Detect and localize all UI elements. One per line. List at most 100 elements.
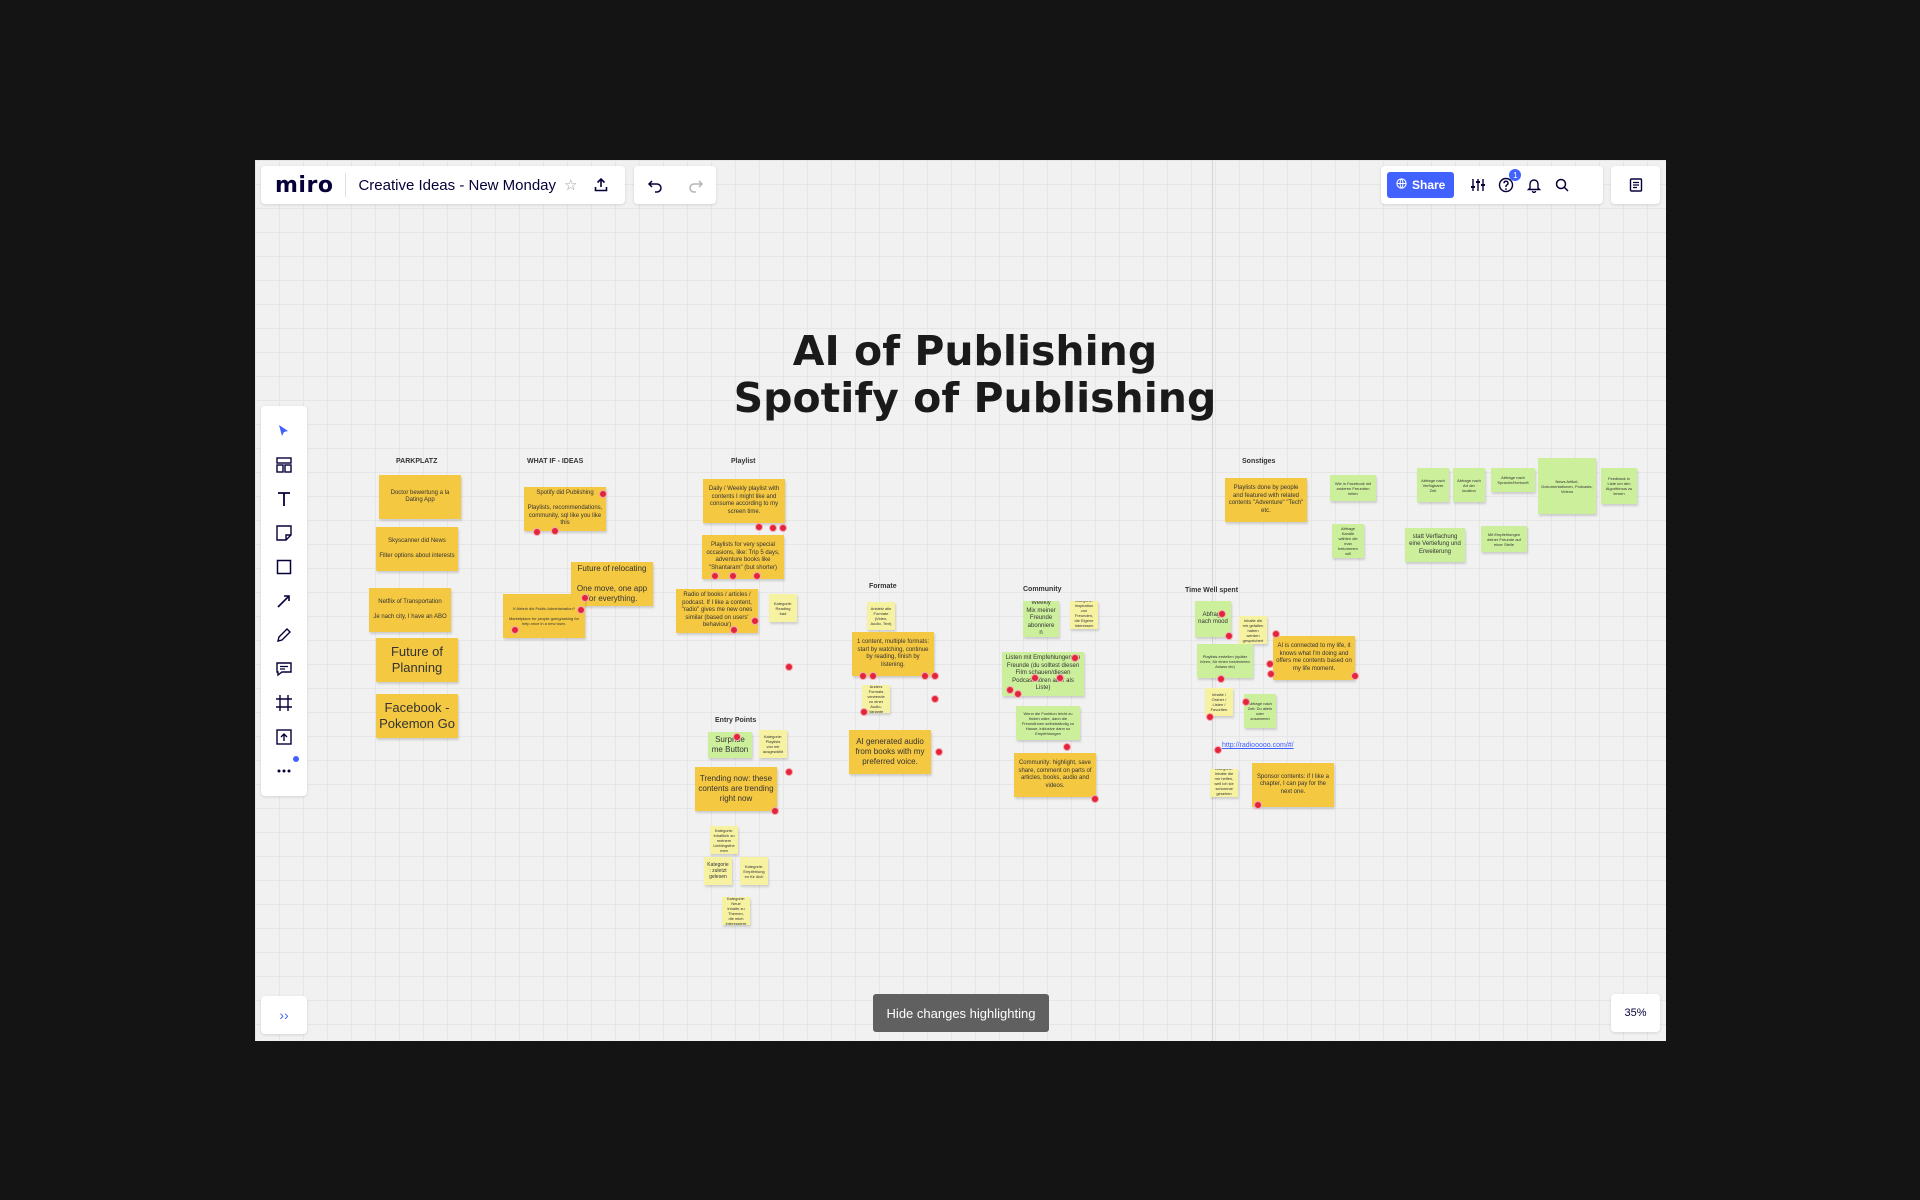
vote-dot xyxy=(869,672,877,680)
miro-board[interactable]: miro Creative Ideas - New Monday ☆ Share… xyxy=(255,160,1666,1041)
sticky-note[interactable]: Radio of books / articles / podcast. If … xyxy=(676,589,758,633)
vote-dot xyxy=(729,572,737,580)
new-indicator-dot xyxy=(293,756,299,762)
sticky-note[interactable]: Playlists erstellen (später hören, für e… xyxy=(1197,644,1253,678)
comment-icon[interactable] xyxy=(267,652,301,686)
undo-icon[interactable] xyxy=(641,171,669,199)
heading-whatif[interactable]: WHAT IF - IDEAS xyxy=(527,458,583,465)
vote-dot xyxy=(1071,654,1079,662)
vote-dot xyxy=(859,672,867,680)
redo-icon[interactable] xyxy=(682,171,710,199)
board-title[interactable]: Creative Ideas - New Monday xyxy=(358,177,556,194)
sticky-note[interactable]: Kategorie: zuletzt gelesen xyxy=(704,857,732,885)
vote-dot xyxy=(733,733,741,741)
sticky-note[interactable]: AI generated audio from books with my pr… xyxy=(849,730,931,774)
sticky-note[interactable]: Skyscanner did News Filter options about… xyxy=(376,527,458,571)
sticky-note[interactable]: Daily / Weekly playlist with contents I … xyxy=(703,479,785,523)
hide-changes-highlighting-button[interactable]: Hide changes highlighting xyxy=(873,994,1049,1032)
collaboration-panel: Share 1 xyxy=(1381,166,1603,204)
shape-tool-icon[interactable] xyxy=(267,550,301,584)
search-icon[interactable] xyxy=(1548,171,1576,199)
vote-dot xyxy=(785,663,793,671)
vote-dot xyxy=(779,524,787,532)
sticky-note[interactable]: Inhalt / Kategorie: Neue Inhalte zu Them… xyxy=(722,897,750,925)
vote-dot xyxy=(1006,686,1014,694)
sticky-note[interactable]: AI is connected to my life, it knows wha… xyxy=(1273,636,1355,680)
sticky-note[interactable]: Kategorie: Empfehlungen für dich xyxy=(740,857,768,885)
sticky-note[interactable]: Trending now: these contents are trendin… xyxy=(695,767,777,811)
radiooooo-link[interactable]: http://radiooooo.com/#/ xyxy=(1222,742,1294,749)
sticky-note[interactable]: Future of Planning xyxy=(376,638,458,682)
sticky-note[interactable]: Inhalte die mir gefallen haben werden ge… xyxy=(1239,616,1267,644)
frame-icon[interactable] xyxy=(267,686,301,720)
sticky-note[interactable]: Facebook - Pokemon Go xyxy=(376,694,458,738)
sticky-note-icon[interactable] xyxy=(267,516,301,550)
sticky-note[interactable]: Community: highlight, save share, commen… xyxy=(1014,753,1096,797)
sticky-note[interactable]: Playlists done by people and featured wi… xyxy=(1225,478,1307,522)
sticky-note[interactable]: Wenn die Funktion leicht zu finden wäre,… xyxy=(1016,706,1080,740)
vote-dot xyxy=(771,807,779,815)
vote-dot xyxy=(1267,670,1275,678)
frames-panel-button[interactable]: ›› xyxy=(261,996,307,1034)
vote-dot xyxy=(577,606,585,614)
board-heading-2[interactable]: Spotify of Publishing xyxy=(675,375,1275,422)
upload-tool-icon[interactable] xyxy=(267,720,301,754)
vote-dot xyxy=(1206,713,1214,721)
heading-community[interactable]: Community xyxy=(1023,586,1062,593)
sticky-note[interactable]: Abfrage nach Art der location xyxy=(1453,468,1485,502)
sticky-note[interactable]: Kategorie: Inspiration von Freunden, die… xyxy=(1070,601,1098,629)
sticky-note[interactable]: statt Verflachung eine Vertiefung und Er… xyxy=(1405,528,1465,562)
vote-dot xyxy=(935,748,943,756)
zoom-level[interactable]: 35% xyxy=(1611,994,1660,1032)
help-icon[interactable]: 1 xyxy=(1492,169,1522,199)
vote-dot xyxy=(1225,632,1233,640)
share-button[interactable]: Share xyxy=(1387,172,1455,198)
sticky-note[interactable]: Inhalte / Ordner / Listen / Favoriten xyxy=(1205,688,1233,716)
sticky-note[interactable]: Doctor bewertung a la Dating App xyxy=(379,475,461,519)
sticky-note[interactable]: Anbietz alle Formate (Video, Audio, Text… xyxy=(867,602,895,630)
sticky-note[interactable]: News Artikel, Dokumentationen, Podcasts,… xyxy=(1538,458,1596,514)
vote-dot xyxy=(599,490,607,498)
sticky-note[interactable]: 1 content, multiple formats: start by wa… xyxy=(852,632,934,676)
sticky-note[interactable]: Weekly Mix meiner Freunde abonniere n xyxy=(1023,601,1059,637)
sticky-note[interactable]: Abfrage nach Verfügbarer Zeit xyxy=(1417,468,1449,502)
heading-formate[interactable]: Formate xyxy=(869,583,897,590)
pen-icon[interactable] xyxy=(267,618,301,652)
sticky-note[interactable]: Abfrage nach mood xyxy=(1195,601,1231,637)
sticky-note[interactable]: Abfrage Kanäle wählen die man bekommen w… xyxy=(1332,524,1364,558)
sticky-note[interactable]: Surprise me Button xyxy=(708,732,752,758)
text-tool-icon[interactable] xyxy=(267,482,301,516)
sticky-note[interactable]: Mit Empfehlungen deiner Freunde auf eine… xyxy=(1481,526,1527,552)
bell-icon[interactable] xyxy=(1520,171,1548,199)
vote-dot xyxy=(581,594,589,602)
board-icon[interactable] xyxy=(1622,171,1650,199)
sticky-note[interactable]: Kategorie: Inhalte die mir helfen, weil … xyxy=(1210,769,1238,797)
upload-icon[interactable] xyxy=(587,171,615,199)
sticky-note[interactable]: Kategorie: Playlists von mir ausgewählt xyxy=(759,730,787,758)
sticky-note[interactable]: Netflix of Transportation Je nach city, … xyxy=(369,588,451,632)
star-icon[interactable]: ☆ xyxy=(564,176,577,194)
heading-sonstiges[interactable]: Sonstiges xyxy=(1242,458,1275,465)
sticky-note[interactable]: Spotify did Publishing Playlists, recomm… xyxy=(524,487,606,531)
board-heading-1[interactable]: AI of Publishing xyxy=(675,328,1275,375)
share-label: Share xyxy=(1412,178,1446,192)
sticky-note[interactable]: Feedback in Liste um den Algorithmus zu … xyxy=(1601,468,1637,504)
connection-line-icon[interactable] xyxy=(267,584,301,618)
heading-parkplatz[interactable]: PARKPLATZ xyxy=(396,458,437,465)
vote-dot xyxy=(1242,698,1250,706)
select-tool-icon[interactable] xyxy=(267,414,301,448)
templates-icon[interactable] xyxy=(267,448,301,482)
sliders-icon[interactable] xyxy=(1464,171,1492,199)
heading-playlist[interactable]: Playlist xyxy=(731,458,756,465)
sticky-note[interactable]: Abfrage nach Sprache/Herkunft xyxy=(1491,468,1535,492)
header-divider xyxy=(345,173,347,197)
miro-logo[interactable]: miro xyxy=(275,173,333,198)
heading-entry[interactable]: Entry Points xyxy=(715,717,756,724)
sticky-note[interactable]: Kategorie: Inhaltlich zu meinem Liebling… xyxy=(710,826,738,854)
sticky-note[interactable]: Sponsor contents: if I like a chapter, I… xyxy=(1252,763,1334,807)
sticky-note[interactable]: Wie in Facebook mit anderen Freunden tei… xyxy=(1330,475,1376,501)
vote-dot xyxy=(755,523,763,531)
sticky-note[interactable]: Kategorie: Reading bad xyxy=(769,594,797,622)
heading-timewell[interactable]: Time Well spent xyxy=(1185,587,1238,594)
vote-dot xyxy=(753,572,761,580)
